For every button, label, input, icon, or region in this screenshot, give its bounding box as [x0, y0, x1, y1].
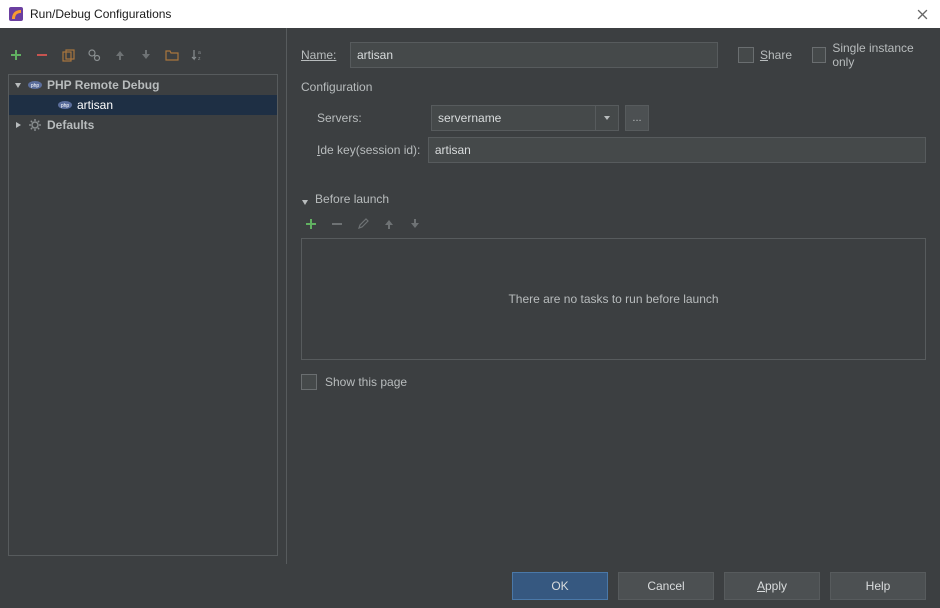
ok-button[interactable]: OK [512, 572, 608, 600]
name-label: Name: [301, 48, 340, 62]
tree-node-label: Defaults [47, 118, 94, 132]
left-column: az php PHP Remote Debug php artisan [0, 28, 287, 564]
right-column: Name: Share Single instance only Configu… [287, 28, 940, 564]
up-arrow-icon [381, 216, 397, 232]
add-icon[interactable] [8, 47, 24, 63]
close-button[interactable] [912, 4, 932, 24]
titlebar: Run/Debug Configurations [0, 0, 940, 28]
show-page-checkbox[interactable]: Show this page [301, 374, 926, 390]
svg-text:z: z [198, 56, 201, 62]
tree-node-artisan[interactable]: php artisan [9, 95, 277, 115]
down-arrow-icon [407, 216, 423, 232]
tree-node-defaults[interactable]: Defaults [9, 115, 277, 135]
up-arrow-icon[interactable] [112, 47, 128, 63]
edit-icon [355, 216, 371, 232]
servers-value: servername [438, 111, 501, 125]
down-arrow-icon[interactable] [138, 47, 154, 63]
footer: OK Cancel Apply Help [0, 564, 940, 608]
configuration-section-label: Configuration [301, 80, 926, 94]
servers-select[interactable]: servername [431, 105, 619, 131]
name-input[interactable] [350, 42, 718, 68]
before-launch-header[interactable]: Before launch [301, 192, 926, 206]
chevron-down-icon[interactable] [595, 106, 618, 130]
svg-text:php: php [61, 103, 70, 109]
help-button[interactable]: Help [830, 572, 926, 600]
tree-node-label: artisan [77, 98, 113, 112]
chevron-down-icon [301, 195, 309, 203]
sort-icon[interactable]: az [190, 47, 206, 63]
remove-icon [329, 216, 345, 232]
single-instance-checkbox[interactable]: Single instance only [812, 41, 926, 69]
apply-button[interactable]: Apply [724, 572, 820, 600]
expander-icon[interactable] [13, 120, 23, 130]
wrench-icon[interactable] [86, 47, 102, 63]
share-label: Share [760, 48, 792, 62]
gear-icon [27, 117, 43, 133]
svg-text:php: php [31, 83, 40, 89]
php-icon: php [57, 97, 73, 113]
show-page-label: Show this page [325, 375, 407, 389]
servers-row: Servers: servername ... [301, 104, 926, 132]
remove-icon[interactable] [34, 47, 50, 63]
cancel-button[interactable]: Cancel [618, 572, 714, 600]
before-launch-panel: There are no tasks to run before launch [301, 238, 926, 360]
ide-key-input[interactable] [428, 137, 926, 163]
checkbox-box[interactable] [301, 374, 317, 390]
config-toolbar: az [0, 42, 286, 68]
checkbox-box[interactable] [738, 47, 754, 63]
name-row: Name: Share Single instance only [301, 42, 926, 68]
tree-node-php-remote-debug[interactable]: php PHP Remote Debug [9, 75, 277, 95]
ide-key-row: Ide key(session id): [301, 136, 926, 164]
ide-key-label: Ide key(session id): [317, 143, 428, 157]
before-launch-label: Before launch [315, 192, 389, 206]
share-checkbox[interactable]: Share [738, 47, 792, 63]
window-title: Run/Debug Configurations [30, 7, 171, 21]
copy-icon[interactable] [60, 47, 76, 63]
single-instance-label: Single instance only [832, 41, 926, 69]
before-launch-empty-text: There are no tasks to run before launch [508, 292, 718, 306]
content: az php PHP Remote Debug php artisan [0, 28, 940, 564]
checkbox-box[interactable] [812, 47, 826, 63]
before-launch-toolbar [301, 216, 926, 232]
expander-icon[interactable] [13, 80, 23, 90]
tree-node-label: PHP Remote Debug [47, 78, 159, 92]
config-tree[interactable]: php PHP Remote Debug php artisan Default… [8, 74, 278, 556]
folder-icon[interactable] [164, 47, 180, 63]
splitter-grip[interactable] [287, 278, 288, 314]
app-icon [8, 6, 24, 22]
servers-label: Servers: [317, 111, 431, 125]
php-icon: php [27, 77, 43, 93]
add-icon[interactable] [303, 216, 319, 232]
servers-browse-button[interactable]: ... [625, 105, 649, 131]
